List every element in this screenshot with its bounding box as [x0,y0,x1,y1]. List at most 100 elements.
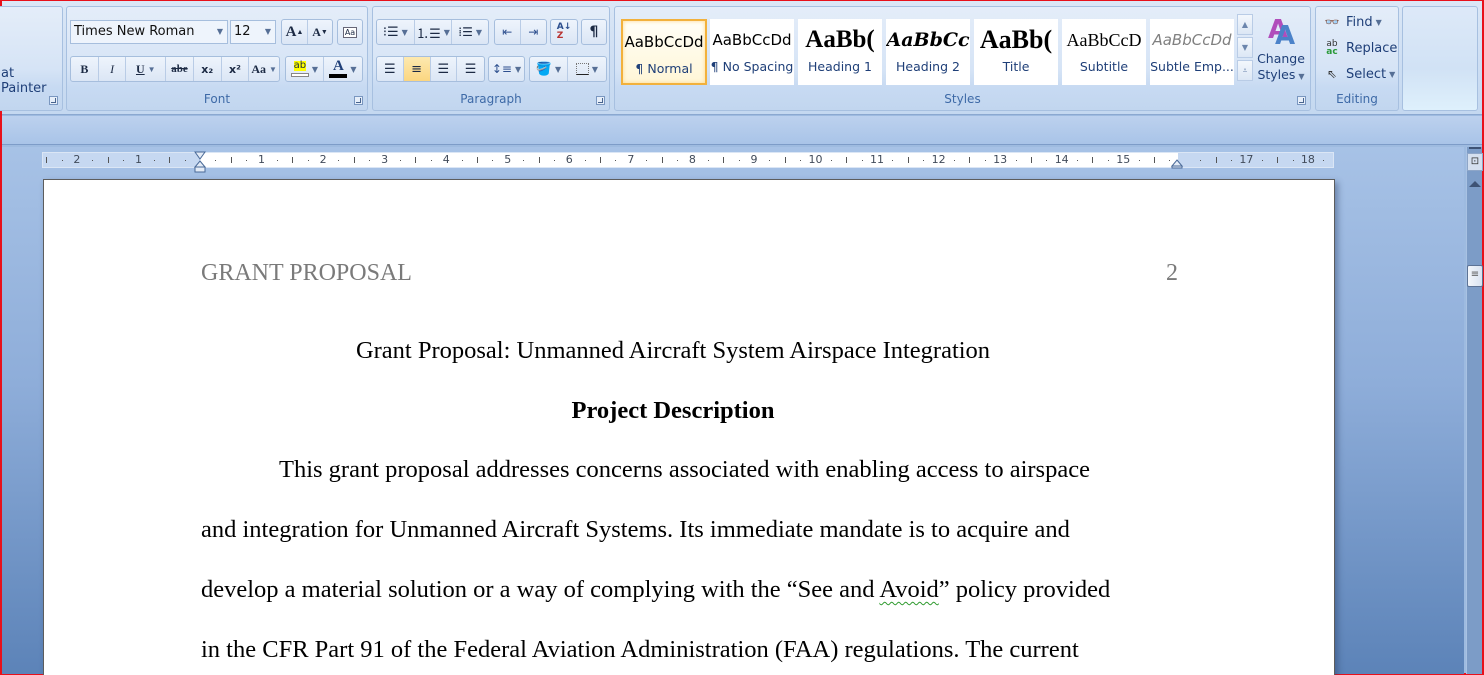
bullets-button[interactable]: ⁝☰ ▼ [377,20,415,44]
grammar-flagged-word[interactable]: Avoid [879,576,938,603]
style-subtle-emphasis[interactable]: AaBbCcDd Subtle Emp... [1150,19,1234,85]
clear-formatting-button[interactable]: Aa [338,20,362,44]
chevron-down-icon[interactable]: ▼ [444,28,450,37]
ruler-half-tick [969,157,971,163]
paragraph-dialog-launcher[interactable] [596,96,605,105]
ruler-quarter-dot [492,160,494,161]
format-painter-button[interactable]: at Painter [1,66,62,96]
increase-indent-button[interactable]: ⇥ [521,20,546,44]
chevron-down-icon[interactable]: ▼ [402,28,408,37]
ruler-quarter-dot [677,160,678,161]
ruler-quarter-dot [707,160,709,161]
line-spacing-button[interactable]: ↕≡ ▼ [489,57,524,81]
ruler-quarter-dot [184,160,186,161]
list-buttons: ⁝☰ ▼ ⒈☰ ▼ ⁞☰ ▼ [376,19,489,45]
align-center-button[interactable]: ≡ [403,57,431,81]
style-no-spacing[interactable]: AaBbCcDd ¶ No Spacing [710,19,794,85]
styles-group: AaBbCcDd ¶ Normal AaBbCcDd ¶ No Spacing … [614,6,1311,111]
shading-button[interactable]: 🪣 ▼ [530,57,568,81]
subscript-button[interactable]: x₂ [194,57,222,81]
chevron-down-icon[interactable]: ▼ [269,65,277,74]
select-button[interactable]: ⇖ Select ▼ [1324,64,1395,84]
ruler-quarter-dot [830,160,832,161]
font-color-glyph: A [333,58,344,74]
ruler-number: 3 [381,153,389,166]
chevron-down-icon[interactable]: ▼ [148,65,156,74]
right-indent-marker[interactable] [1171,159,1183,169]
body-line-1: This grant proposal addresses concerns a… [279,456,1090,483]
chevron-down-icon[interactable]: ▼ [555,65,561,74]
gallery-scroll-up[interactable]: ▲ [1237,14,1253,35]
find-button[interactable]: 👓 Find ▼ [1324,12,1382,32]
ruler-quarter-dot [923,160,925,161]
chevron-down-icon[interactable]: ▼ [350,65,356,74]
scroll-thumb[interactable]: ≡ [1467,265,1483,287]
chevron-down-icon[interactable]: ▼ [592,65,598,74]
ruler-quarter-dot [61,160,63,161]
ruler-quarter-dot [1323,160,1325,161]
show-hide-button[interactable]: ¶ [582,20,606,44]
font-color-button[interactable]: A ▼ [324,57,362,81]
ruler-quarter-dot [276,160,278,161]
style-name: Heading 2 [896,59,960,74]
grow-font-icon: A [285,23,297,40]
align-right-button[interactable]: ☰ [431,57,458,81]
style-name: Subtitle [1079,59,1129,74]
numbering-button[interactable]: ⒈☰ ▼ [415,20,453,44]
sort-az-icon: A↓ Z [556,22,572,41]
color-buttons: ab ▼ A ▼ [285,56,363,82]
multilevel-list-button[interactable]: ⁞☰ ▼ [452,20,488,44]
underline-button[interactable]: U ▼ [126,57,167,81]
superscript-button[interactable]: x² [222,57,250,81]
font-style-buttons: B I U ▼ abe x₂ x² Aa ▼ [70,56,280,82]
font-color-icon: A [329,58,348,78]
first-line-indent-marker[interactable] [194,151,206,173]
highlight-button[interactable]: ab ▼ [286,57,324,81]
chevron-down-icon[interactable]: ▼ [515,65,521,74]
font-name-combo[interactable]: Times New Roman ▼ [70,20,228,44]
ruler-quarter-dot [892,160,894,161]
style-title[interactable]: AaBb( Title [974,19,1058,85]
font-size-value: 12 [234,24,251,39]
font-dialog-launcher[interactable] [354,96,363,105]
vertical-scrollbar[interactable]: ⊡ ≡ [1466,147,1483,674]
font-size-combo[interactable]: 12 ▼ [230,20,276,44]
change-styles-button[interactable]: A A Change Styles ▼ [1255,15,1307,93]
horizontal-ruler[interactable]: 2 1 1 2 3 4 5 6 7 8 9 10 11 12 13 14 15 17 18 [42,151,1334,173]
view-ruler-button[interactable]: ⊡ [1467,153,1483,171]
borders-button[interactable]: ▼ [568,57,606,81]
italic-button[interactable]: I [99,57,127,81]
style-heading-2[interactable]: AaBbCc Heading 2 [886,19,970,85]
replace-icon: ab ac [1326,39,1338,57]
document-page[interactable]: GRANT PROPOSAL 2 Grant Proposal: Unmanne… [43,179,1335,675]
decrease-indent-button[interactable]: ⇤ [495,20,521,44]
chevron-down-icon[interactable]: ▼ [217,21,223,43]
ruler-quarter-dot [307,160,309,161]
change-case-button[interactable]: Aa ▼ [249,57,279,81]
bold-button[interactable]: B [71,57,99,81]
scroll-up-arrow-icon[interactable] [1469,181,1481,187]
chevron-down-icon[interactable]: ▼ [476,28,482,37]
strikethrough-button[interactable]: abe [166,57,194,81]
sort-button[interactable]: A↓ Z [551,20,577,44]
styles-dialog-launcher[interactable] [1297,96,1306,105]
replace-button[interactable]: ab ac Replace [1324,38,1397,58]
chevron-down-icon[interactable]: ▼ [312,65,318,74]
split-handle[interactable] [1469,147,1481,149]
align-left-button[interactable]: ☰ [377,57,404,81]
clipboard-dialog-launcher[interactable] [49,96,58,105]
style-sample: AaBbCcDd [712,31,792,49]
gallery-more[interactable]: ⩡ [1237,60,1253,81]
ruler-quarter-dot [615,160,617,161]
shrink-font-button[interactable]: A ▼ [308,20,332,44]
chevron-down-icon[interactable]: ▼ [265,21,271,43]
ruler-quarter-dot [1077,160,1079,161]
ruler-number: 13 [993,153,1008,166]
grow-font-button[interactable]: A ▲ [282,20,308,44]
style-heading-1[interactable]: AaBb( Heading 1 [798,19,882,85]
style-normal[interactable]: AaBbCcDd ¶ Normal [621,19,707,85]
gallery-scroll-down[interactable]: ▼ [1237,37,1253,58]
ruler-half-tick [846,157,848,163]
justify-button[interactable]: ☰ [457,57,484,81]
style-subtitle[interactable]: AaBbCcD Subtitle [1062,19,1146,85]
